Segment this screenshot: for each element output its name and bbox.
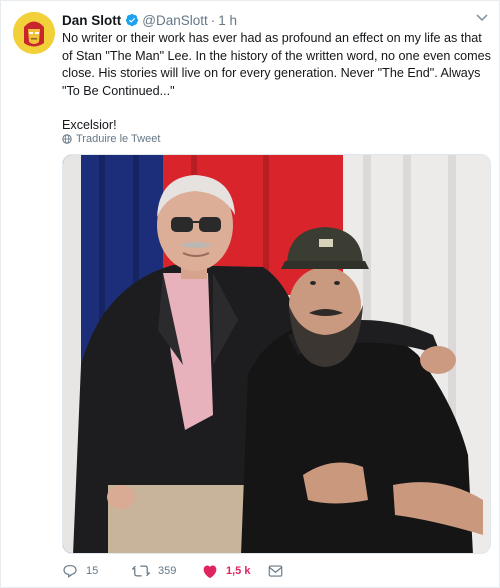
tweet-photo[interactable] <box>62 154 491 554</box>
retweet-button[interactable]: 359 <box>132 561 176 581</box>
like-button[interactable]: 1,5 k <box>202 561 250 581</box>
heart-icon <box>203 565 217 578</box>
avatar[interactable] <box>13 12 55 54</box>
author-name[interactable]: Dan Slott <box>62 13 121 28</box>
author-handle[interactable]: @DanSlott <box>142 13 207 28</box>
tweet-timestamp[interactable]: 1 h <box>218 13 237 28</box>
message-icon <box>268 565 283 577</box>
tweet-paragraph: Excelsior! <box>62 118 117 132</box>
iron-man-avatar-icon <box>13 12 55 54</box>
reply-count: 15 <box>86 565 99 577</box>
translate-tweet-link[interactable]: Traduire le Tweet <box>62 133 160 145</box>
header-separator: · <box>210 12 216 28</box>
tweet-header: Dan Slott @DanSlott · 1 h <box>62 11 237 29</box>
direct-message-button[interactable] <box>268 561 291 581</box>
reply-button[interactable]: 15 <box>62 561 98 581</box>
tweet-card: Dan Slott @DanSlott · 1 h No writer or t… <box>0 0 500 588</box>
retweet-count: 359 <box>158 565 177 577</box>
tweet-actions: 15 359 1,5 k <box>62 561 492 581</box>
chevron-down-icon[interactable] <box>475 13 489 23</box>
tweet-paragraph: No writer or their work has ever had as … <box>62 31 491 98</box>
verified-badge-icon <box>126 13 139 27</box>
tweet-text: No writer or their work has ever had as … <box>62 30 492 135</box>
translate-label: Traduire le Tweet <box>76 133 161 145</box>
two-men-photo <box>63 155 490 553</box>
globe-icon <box>62 134 72 144</box>
reply-icon <box>63 565 77 578</box>
like-count: 1,5 k <box>226 565 251 577</box>
retweet-icon <box>132 565 150 577</box>
